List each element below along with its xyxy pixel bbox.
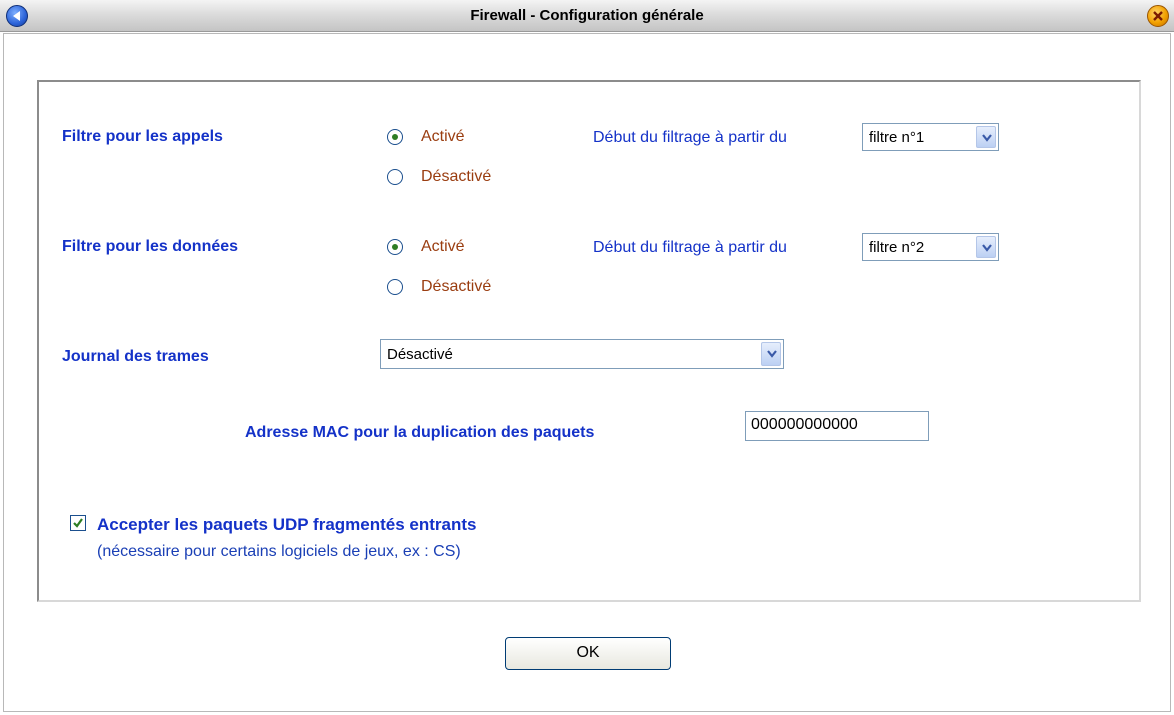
calls-filter-start-select[interactable]: filtre n°1 (862, 123, 999, 151)
udp-fragment-label[interactable]: Accepter les paquets UDP fragmentés entr… (97, 515, 476, 535)
calls-filter-start-value: filtre n°1 (869, 129, 925, 146)
data-filter-disabled-label[interactable]: Désactivé (421, 278, 491, 296)
data-filter-start-label: Début du filtrage à partir du (593, 239, 787, 256)
mac-address-input[interactable]: 000000000000 (745, 411, 929, 441)
calls-filter-label: Filtre pour les appels (62, 128, 223, 145)
radio-selected-dot (392, 134, 398, 140)
mac-address-label: Adresse MAC pour la duplication des paqu… (245, 424, 595, 441)
chevron-down-icon[interactable] (976, 236, 996, 258)
checkmark-icon (73, 518, 83, 528)
udp-fragment-checkbox[interactable] (70, 515, 86, 531)
frame-log-label: Journal des trames (62, 348, 209, 365)
calls-filter-disabled-radio[interactable] (387, 169, 403, 185)
calls-filter-enabled-label[interactable]: Activé (421, 128, 465, 146)
data-filter-enabled-radio[interactable] (387, 239, 403, 255)
chevron-down-icon[interactable] (761, 342, 781, 366)
title-bar: Firewall - Configuration générale (0, 0, 1174, 32)
udp-fragment-note: (nécessaire pour certains logiciels de j… (97, 543, 461, 560)
data-filter-disabled-radio[interactable] (387, 279, 403, 295)
frame-log-select[interactable]: Désactivé (380, 339, 784, 369)
calls-filter-enabled-radio[interactable] (387, 129, 403, 145)
data-filter-start-select[interactable]: filtre n°2 (862, 233, 999, 261)
calls-filter-disabled-label[interactable]: Désactivé (421, 168, 491, 186)
chevron-down-icon[interactable] (976, 126, 996, 148)
data-filter-start-value: filtre n°2 (869, 239, 925, 256)
window-title: Firewall - Configuration générale (470, 7, 704, 24)
data-filter-label: Filtre pour les données (62, 238, 239, 255)
data-filter-enabled-label[interactable]: Activé (421, 238, 465, 256)
frame-log-value: Désactivé (387, 346, 453, 363)
ok-button[interactable]: OK (505, 637, 671, 670)
radio-selected-dot (392, 244, 398, 250)
close-icon[interactable] (1147, 5, 1169, 27)
calls-filter-start-label: Début du filtrage à partir du (593, 129, 787, 146)
